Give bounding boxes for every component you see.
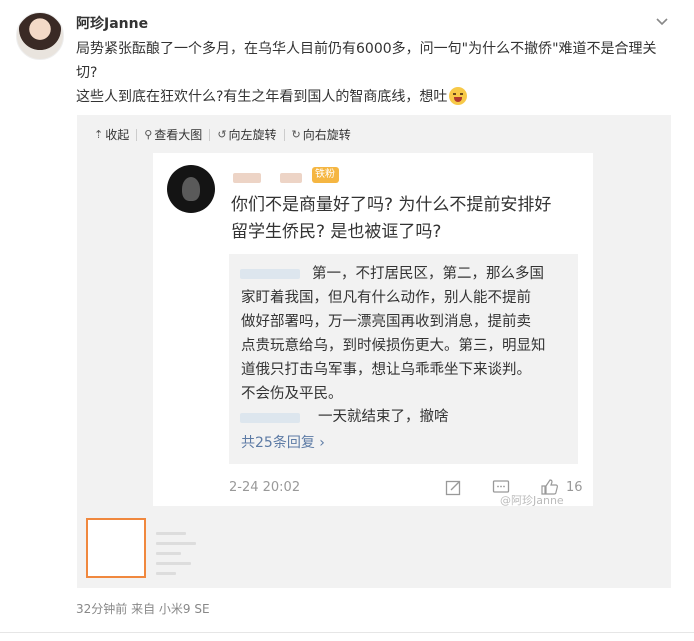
share-icon — [445, 480, 461, 496]
reply-count-link: 共25条回复 › — [241, 435, 325, 451]
reply-line: 第一，不打居民区，第二，那么多国 — [312, 266, 544, 282]
reply-line: 不会伤及平民。 — [241, 386, 343, 402]
reply-line: 道俄只打击乌军事，想让乌乖乖坐下来谈判。 — [241, 362, 531, 378]
post-line-3-text: 这些人到底在狂欢什么?有生之年看到国人的智商底线，想吐 — [76, 89, 448, 105]
rotate-left-label: 向左旋转 — [228, 128, 277, 142]
rotate-right-button[interactable]: ↻ 向右旋转 — [285, 126, 358, 143]
divider — [0, 632, 694, 633]
collapse-icon: ⇡ — [94, 128, 104, 141]
reply-line: 家盯着我国，但凡有什么动作，别人能不提前 — [241, 290, 531, 306]
thumbnail-line — [156, 542, 196, 545]
rotate-left-button[interactable]: ↺ 向左旋转 — [210, 126, 283, 143]
like-count: 16 — [566, 480, 583, 495]
collapse-button[interactable]: ⇡ 收起 — [94, 126, 136, 143]
avatar[interactable] — [16, 12, 64, 60]
zoom-icon: ⚲ — [144, 128, 153, 141]
thumbnail-line — [156, 562, 191, 565]
blurred-username — [280, 173, 302, 183]
post-line-2: 切? — [76, 65, 98, 81]
post-text: 局势紧张酝酿了一个多月，在乌华人目前仍有6000多，问一句"为什么不撤侨"难道不… — [76, 37, 676, 109]
post-line-3: 这些人到底在狂欢什么?有生之年看到国人的智商底线，想吐 — [76, 85, 676, 109]
commenter-avatar — [167, 165, 215, 213]
thumbnail-selected[interactable] — [86, 518, 146, 578]
blurred-replier — [240, 413, 300, 423]
comment-time: 2-24 20:02 — [229, 480, 301, 495]
rotate-right-icon: ↻ — [291, 128, 301, 141]
fans-badge: 铁粉 — [312, 167, 339, 183]
chevron-down-icon[interactable] — [654, 13, 670, 29]
collapse-label: 收起 — [105, 128, 130, 142]
view-large-label: 查看大图 — [154, 128, 203, 142]
username[interactable]: 阿珍Janne — [76, 13, 148, 33]
question-line-1: 你们不是商量好了吗? 为什么不提前安排好 — [231, 195, 552, 215]
reply-line: 做好部署吗，万一漂亮国再收到消息，提前卖 — [241, 314, 531, 330]
thumbnail[interactable] — [152, 518, 212, 578]
question-line-2: 留学生侨民? 是也被诓了吗? — [231, 222, 442, 242]
blurred-username — [233, 173, 261, 183]
watermark: @阿珍Janne — [500, 494, 564, 507]
reply-line: 一天就结束了，撤啥 — [318, 409, 449, 425]
rotate-right-label: 向右旋转 — [302, 128, 351, 142]
view-large-button[interactable]: ⚲ 查看大图 — [137, 126, 209, 143]
image-toolbar: ⇡ 收起 ⚲ 查看大图 ↺ 向左旋转 ↻ 向右旋转 — [94, 126, 358, 143]
thumbnail-line — [156, 532, 186, 535]
post-line-1: 局势紧张酝酿了一个多月，在乌华人目前仍有6000多，问一句"为什么不撤侨"难道不… — [76, 41, 657, 57]
reply-line: 点贵玩意给乌，到时候损伤更大。第三，明显知 — [241, 338, 546, 354]
vomit-emoji-icon — [449, 87, 468, 105]
post-meta: 32分钟前 来自 小米9 SE — [76, 602, 210, 616]
thumbnail-line — [156, 572, 176, 575]
rotate-left-icon: ↺ — [217, 128, 227, 141]
question-text: 你们不是商量好了吗? 为什么不提前安排好 留学生侨民? 是也被诓了吗? — [231, 192, 581, 246]
thumbnail-line — [156, 552, 181, 555]
reply-text: 第一，不打居民区，第二，那么多国 家盯着我国，但凡有什么动作，别人能不提前 做好… — [241, 262, 571, 406]
